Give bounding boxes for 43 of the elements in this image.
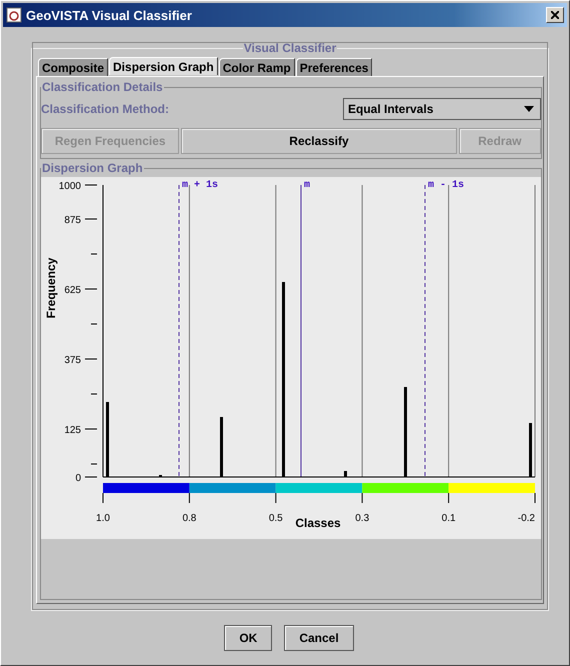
close-icon [551, 11, 559, 19]
dialog-button[interactable]: OK [224, 625, 272, 651]
x-tick [362, 492, 363, 504]
action-button[interactable]: Reclassify [181, 128, 457, 154]
tab[interactable]: Preferences [296, 58, 372, 76]
y-axis-title: Frequency [44, 258, 58, 318]
method-dropdown[interactable]: Equal Intervals [343, 98, 541, 120]
mean-label: m [304, 180, 310, 191]
y-tick-label: 625 [64, 285, 81, 296]
panel-title: Visual Classifier [242, 41, 338, 55]
mean-label: m - 1s [428, 180, 464, 191]
x-tick [534, 492, 536, 504]
x-tick-label: -0.2 [518, 513, 535, 524]
section-title: Classification Details [41, 80, 164, 94]
app-icon [6, 7, 22, 23]
x-axis-title: Classes [295, 516, 341, 530]
x-tick-label: 0.1 [442, 513, 456, 524]
y-tick-label: 125 [64, 425, 81, 436]
dropdown-caret-icon [524, 106, 534, 112]
tab[interactable]: Composite [38, 58, 108, 76]
x-tick [102, 492, 104, 504]
y-tick-label: 375 [64, 355, 81, 366]
x-tick-label: 0.8 [182, 513, 196, 524]
window-title: GeoVISTA Visual Classifier [26, 8, 193, 22]
y-tick-label: 875 [64, 215, 81, 226]
dialog-button[interactable]: Cancel [284, 625, 354, 651]
y-tick-label: 0 [75, 473, 81, 484]
section-title: Dispersion Graph [41, 161, 144, 175]
mean-label: m + 1s [182, 180, 218, 191]
x-tick-label: 0.3 [355, 513, 370, 524]
x-tick-label: 1.0 [96, 513, 110, 524]
tab[interactable]: Dispersion Graph [109, 57, 218, 75]
close-button[interactable] [546, 7, 564, 23]
x-tick [188, 492, 190, 504]
y-tick-label: 1000 [58, 181, 81, 192]
frequency-spike [529, 423, 532, 477]
frequency-spike [220, 417, 223, 477]
tab[interactable]: Color Ramp [218, 58, 295, 76]
x-tick-label: 0.5 [268, 513, 283, 524]
x-tick [448, 492, 450, 504]
field-label: Classification Method: [41, 102, 170, 116]
x-tick [275, 492, 276, 504]
frequency-spike [344, 471, 347, 477]
